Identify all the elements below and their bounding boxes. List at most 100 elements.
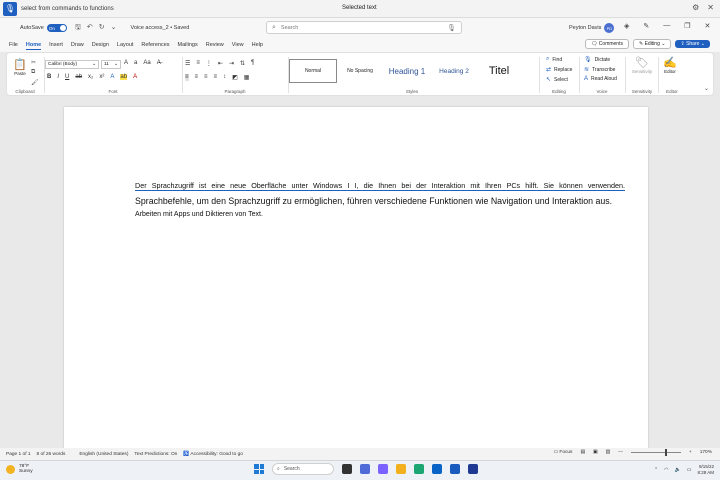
chevron-down-icon[interactable]: ⌄ bbox=[704, 85, 709, 92]
tab-review[interactable]: Review bbox=[206, 41, 224, 49]
show-marks-icon[interactable]: ¶ bbox=[251, 60, 254, 67]
tab-home[interactable]: Home bbox=[25, 41, 42, 50]
print-layout-icon[interactable]: ▣ bbox=[593, 450, 598, 455]
italic-icon[interactable]: I bbox=[57, 74, 59, 80]
voice-access-icon[interactable] bbox=[468, 464, 478, 474]
tab-help[interactable]: Help bbox=[252, 41, 263, 49]
zoom-slider-thumb[interactable] bbox=[664, 449, 667, 456]
paragraph-line-2[interactable]: Sprachbefehle, um den Sprachzugriff zu e… bbox=[135, 196, 625, 206]
tab-file[interactable]: File bbox=[9, 41, 18, 49]
word-count[interactable]: 8 of 26 words bbox=[37, 452, 66, 457]
language[interactable]: English (United States) bbox=[79, 452, 128, 457]
file-explorer-icon[interactable] bbox=[396, 464, 406, 474]
increase-indent-icon[interactable]: ⇥ bbox=[229, 60, 234, 67]
clock[interactable]: 9/15/22 8:28 AM bbox=[697, 464, 714, 476]
page-count[interactable]: Page 1 of 1 bbox=[6, 452, 31, 457]
tab-insert[interactable]: Insert bbox=[49, 41, 63, 49]
weather-widget[interactable]: 78°F Sunny bbox=[6, 464, 33, 474]
restore-icon[interactable]: ❐ bbox=[684, 22, 690, 30]
gear-icon[interactable]: ⚙ bbox=[692, 3, 699, 12]
tab-layout[interactable]: Layout bbox=[117, 41, 134, 49]
tab-design[interactable]: Design bbox=[92, 41, 109, 49]
taskbar: 78°F Sunny ⌕ Search ⌃ ◠ 🔈 ▭ 9/15/22 8:28 … bbox=[0, 460, 720, 480]
widgets-icon[interactable] bbox=[360, 464, 370, 474]
start-icon[interactable] bbox=[254, 464, 264, 474]
clear-format-icon[interactable]: A̶ bbox=[157, 60, 161, 66]
chevron-down-icon[interactable]: ⌄ bbox=[111, 23, 117, 34]
align-right-icon[interactable]: ≡ bbox=[204, 74, 208, 81]
zoom-out-icon[interactable]: — bbox=[618, 450, 623, 455]
outlook-icon[interactable] bbox=[432, 464, 442, 474]
word-icon[interactable] bbox=[450, 464, 460, 474]
pen-icon[interactable]: ✎ bbox=[643, 22, 649, 30]
decrease-indent-icon[interactable]: ⇤ bbox=[218, 60, 223, 67]
task-view-icon[interactable] bbox=[342, 464, 352, 474]
share-button[interactable]: ⇪ Share ⌄ bbox=[675, 40, 710, 48]
cut-icon[interactable]: ✂ bbox=[31, 59, 39, 66]
accessibility-status[interactable]: ♿ Accessibility: Good to go bbox=[183, 452, 243, 457]
search-input[interactable]: ⌕ Search 🎙 bbox=[266, 21, 462, 34]
read-mode-icon[interactable]: ▤ bbox=[580, 450, 585, 455]
numbering-icon[interactable]: ≡ bbox=[196, 60, 200, 67]
editing-mode-button[interactable]: ✎ Editing ⌄ bbox=[632, 39, 672, 49]
microphone-icon[interactable]: 🎙 bbox=[3, 1, 17, 16]
change-case-icon[interactable]: Aa bbox=[143, 60, 150, 66]
comments-button[interactable]: 🗨 Comments bbox=[585, 39, 629, 49]
copy-icon[interactable]: ⧉ bbox=[31, 69, 39, 76]
subscript-icon[interactable]: x₂ bbox=[88, 74, 93, 80]
strikethrough-icon[interactable]: ab bbox=[75, 74, 82, 80]
close-icon[interactable]: ✕ bbox=[707, 3, 714, 12]
highlight-icon[interactable]: ab bbox=[120, 74, 128, 80]
user-account[interactable]: Peyton Davis PD bbox=[569, 23, 615, 33]
paragraph-line-1[interactable]: Der Sprachzugriff ist eine neue Oberfläc… bbox=[135, 181, 625, 191]
bullets-icon[interactable]: ☰ bbox=[185, 60, 190, 67]
multilevel-list-icon[interactable]: ⋮ bbox=[206, 60, 212, 67]
taskbar-search[interactable]: ⌕ Search bbox=[272, 463, 334, 475]
superscript-icon[interactable]: x² bbox=[99, 74, 104, 80]
text-predictions[interactable]: Text Predictions: On bbox=[134, 452, 177, 457]
tab-mailings[interactable]: Mailings bbox=[178, 41, 198, 49]
redo-icon[interactable]: ↻ bbox=[99, 23, 105, 34]
align-center-icon[interactable]: ≡ bbox=[195, 74, 199, 81]
tab-references[interactable]: References bbox=[141, 41, 169, 49]
paragraph-line-3[interactable]: Arbeiten mit Apps und Diktieren von Text… bbox=[135, 211, 625, 218]
shrink-font-icon[interactable]: a bbox=[134, 60, 137, 66]
paste-button[interactable]: 📋 Paste bbox=[11, 58, 29, 76]
chevron-up-icon[interactable]: ⌃ bbox=[654, 467, 658, 473]
justify-icon[interactable]: ≡ bbox=[214, 74, 218, 81]
web-layout-icon[interactable]: ▥ bbox=[606, 450, 611, 455]
font-size-select[interactable]: 11 ⌄ bbox=[101, 60, 121, 69]
microphone-icon[interactable]: 🎙 bbox=[447, 24, 456, 32]
zoom-level[interactable]: 170% bbox=[700, 450, 712, 455]
format-painter-icon[interactable]: 🖌 bbox=[31, 79, 39, 86]
diamond-icon[interactable]: ◈ bbox=[624, 22, 629, 30]
sort-icon[interactable]: ⇅ bbox=[240, 60, 245, 67]
grow-font-icon[interactable]: A bbox=[124, 60, 128, 66]
edge-icon[interactable] bbox=[414, 464, 424, 474]
shading-icon[interactable]: ◩ bbox=[232, 74, 238, 81]
zoom-in-icon[interactable]: + bbox=[689, 450, 692, 455]
bold-icon[interactable]: B bbox=[47, 74, 51, 80]
zoom-slider[interactable] bbox=[630, 449, 681, 456]
tab-draw[interactable]: Draw bbox=[71, 41, 84, 49]
tab-view[interactable]: View bbox=[232, 41, 244, 49]
volume-icon[interactable]: 🔈 bbox=[675, 467, 681, 473]
line-spacing-icon[interactable]: ↕ bbox=[223, 74, 226, 81]
teams-icon[interactable] bbox=[378, 464, 388, 474]
wifi-icon[interactable]: ◠ bbox=[664, 467, 668, 473]
battery-icon[interactable]: ▭ bbox=[687, 467, 692, 473]
save-icon[interactable]: 🖫 bbox=[75, 23, 81, 34]
align-left-icon[interactable]: ≡ bbox=[185, 74, 189, 81]
autosave-toggle[interactable]: On bbox=[46, 24, 67, 32]
font-name-select[interactable]: Calibri (Body) ⌄ bbox=[45, 60, 99, 69]
document-page[interactable]: Der Sprachzugriff ist eine neue Oberfläc… bbox=[64, 107, 648, 448]
underline-icon[interactable]: U bbox=[65, 74, 69, 80]
selected-text[interactable]: Der Sprachzugriff ist eine neue Oberfläc… bbox=[135, 181, 625, 191]
focus-button[interactable]: ▭ Focus bbox=[554, 450, 573, 455]
text-effects-icon[interactable]: A bbox=[110, 74, 114, 80]
close-icon[interactable]: ✕ bbox=[705, 22, 711, 30]
font-color-icon[interactable]: A bbox=[133, 74, 137, 80]
borders-icon[interactable]: ▦ bbox=[244, 74, 250, 81]
undo-icon[interactable]: ↶ bbox=[87, 23, 93, 34]
minimize-icon[interactable]: — bbox=[663, 22, 670, 30]
